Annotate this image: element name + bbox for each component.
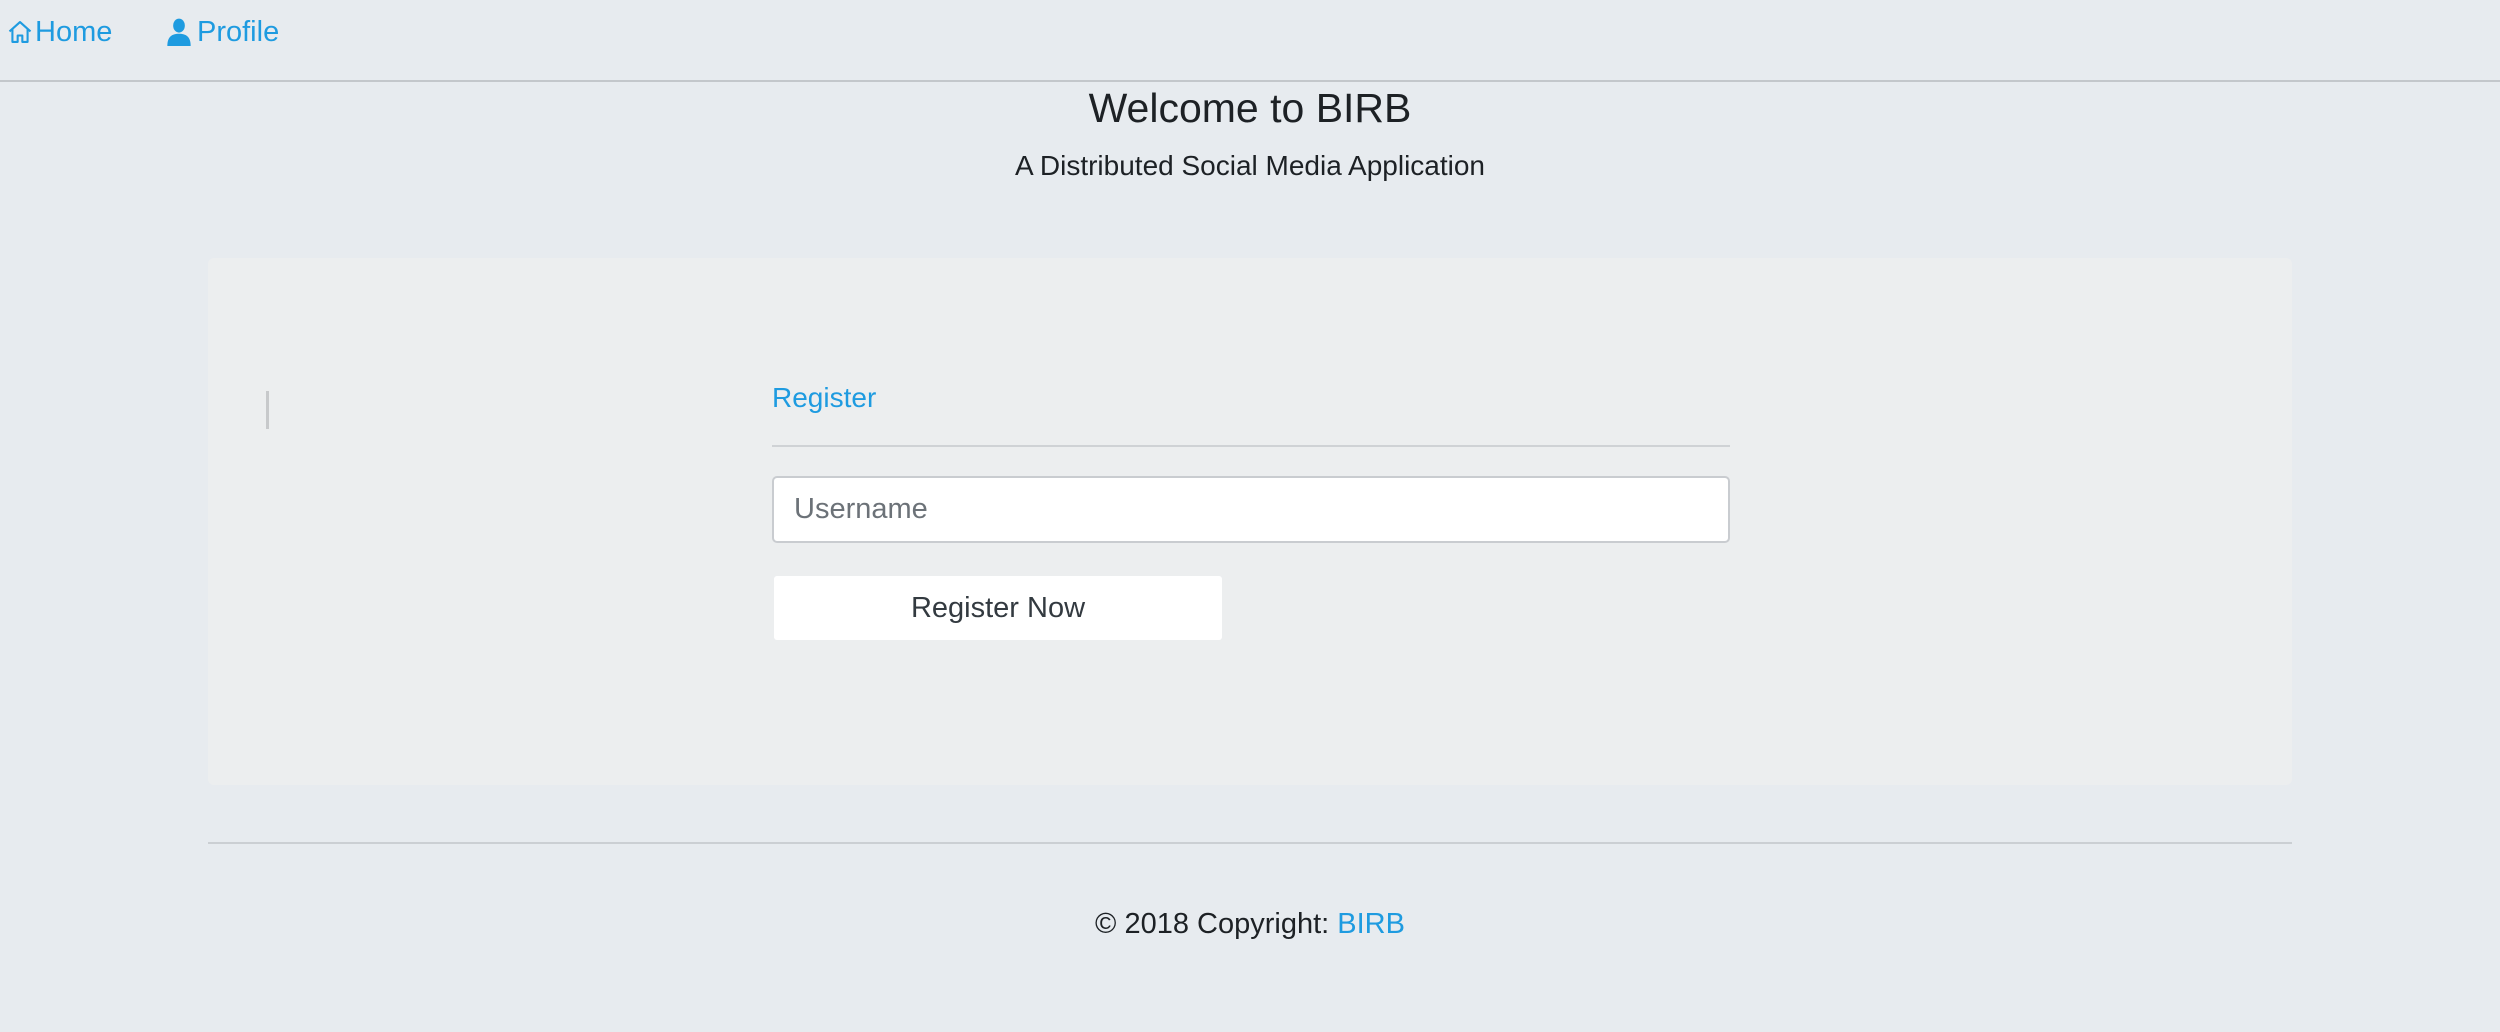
nav-profile-link[interactable]: Profile [167,12,279,52]
footer: © 2018 Copyright: BIRB [0,904,2500,944]
card-marker [266,391,269,429]
top-nav: Home Profile [0,0,2500,82]
person-icon [167,18,191,46]
footer-divider [208,842,2292,844]
register-heading: Register [772,382,877,413]
register-now-button[interactable]: Register Now [774,576,1222,640]
register-divider [772,445,1730,447]
nav-profile-label: Profile [197,15,280,48]
home-icon [6,18,34,46]
username-input[interactable] [772,476,1730,543]
footer-birb-link[interactable]: BIRB [1337,908,1405,940]
page-subtitle: A Distributed Social Media Application [1014,150,1486,181]
nav-home-label: Home [35,15,113,48]
copyright-text: © 2018 Copyright: [1095,908,1338,940]
register-card: Register Register Now [208,258,2292,785]
page-title: Welcome to BIRB [1088,85,1412,131]
nav-home-link[interactable]: Home [6,12,112,52]
